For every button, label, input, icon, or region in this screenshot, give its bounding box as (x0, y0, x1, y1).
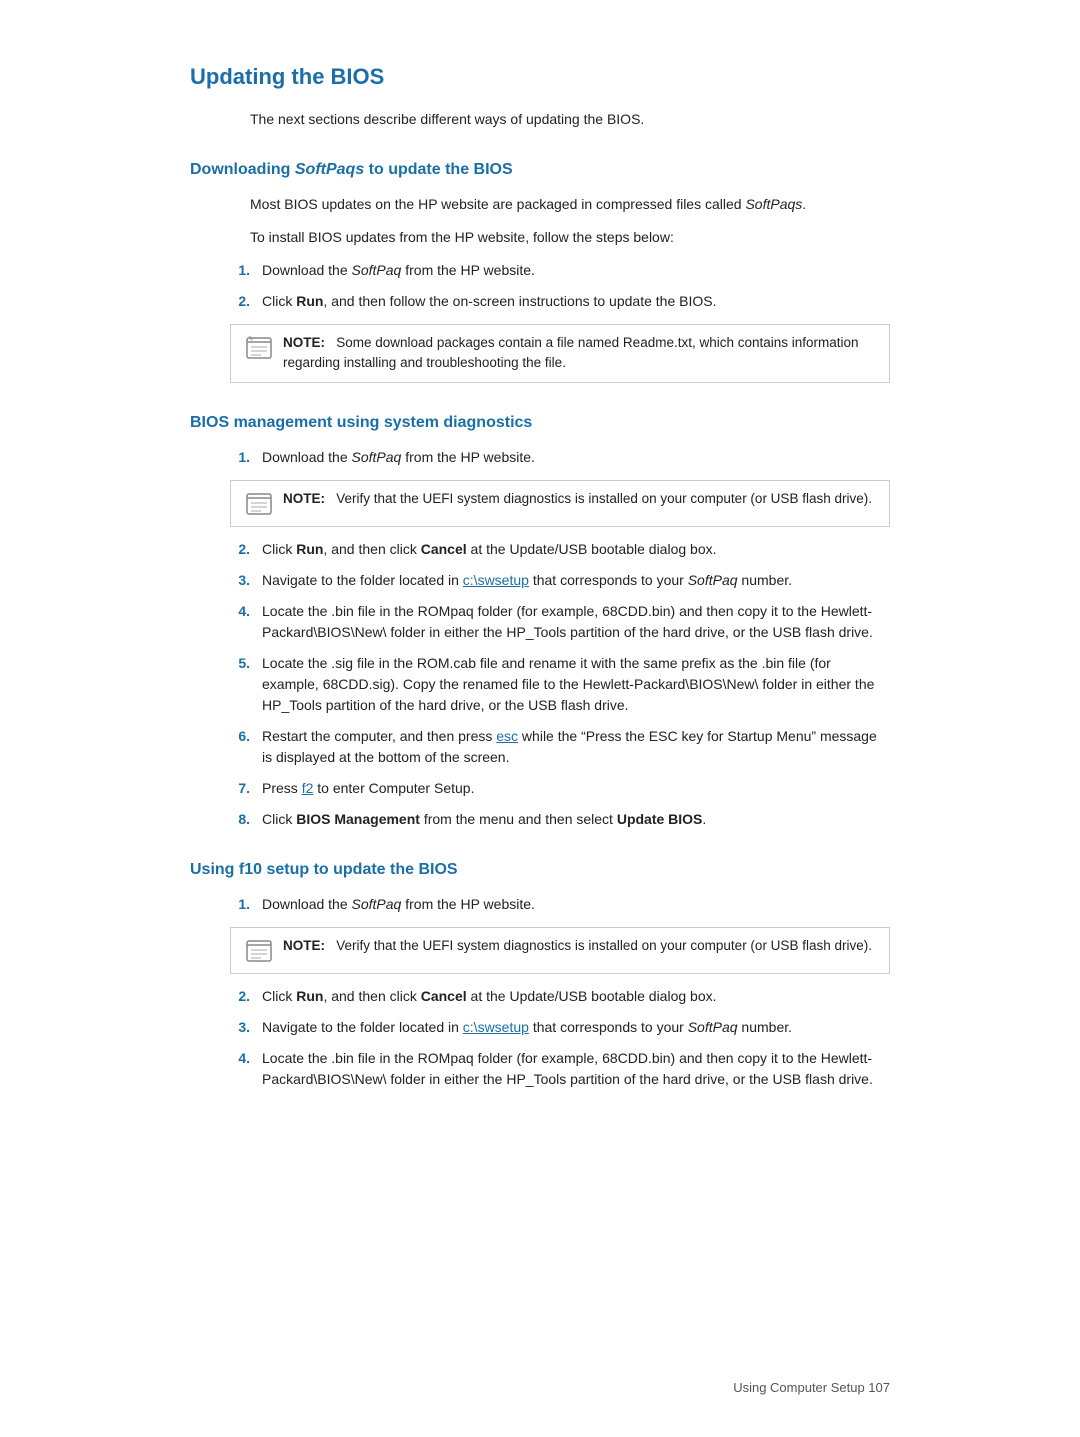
list-item: 4. Locate the .bin file in the ROMpaq fo… (230, 601, 890, 643)
step-text: Locate the .bin file in the ROMpaq folde… (262, 1048, 890, 1090)
list-item: 1. Download the SoftPaq from the HP webs… (230, 260, 890, 281)
page-title: Updating the BIOS (190, 60, 890, 93)
step-text: Click BIOS Management from the menu and … (262, 809, 706, 830)
step-number: 3. (230, 1017, 250, 1038)
section1-steps: 1. Download the SoftPaq from the HP webs… (230, 260, 890, 312)
step-number: 1. (230, 260, 250, 281)
step-number: 5. (230, 653, 250, 674)
list-item: 3. Navigate to the folder located in c:\… (230, 570, 890, 591)
note-content: NOTE: Verify that the UEFI system diagno… (283, 489, 872, 509)
list-item: 2. Click Run, and then click Cancel at t… (230, 986, 890, 1007)
f2-link[interactable]: f2 (302, 780, 314, 796)
list-item: 6. Restart the computer, and then press … (230, 726, 890, 768)
step-number: 4. (230, 1048, 250, 1069)
swsetup-link[interactable]: c:\swsetup (463, 572, 529, 588)
step-number: 2. (230, 539, 250, 560)
list-item: 3. Navigate to the folder located in c:\… (230, 1017, 890, 1038)
step-number: 4. (230, 601, 250, 622)
section2-steps-part1: 1. Download the SoftPaq from the HP webs… (230, 447, 890, 468)
page-footer: Using Computer Setup 107 (733, 1378, 890, 1398)
list-item: 2. Click Run, and then follow the on-scr… (230, 291, 890, 312)
list-item: 5. Locate the .sig file in the ROM.cab f… (230, 653, 890, 716)
step-text: Restart the computer, and then press esc… (262, 726, 890, 768)
section-bios-management-title: BIOS management using system diagnostics (190, 411, 890, 435)
section2-steps-part2: 2. Click Run, and then click Cancel at t… (230, 539, 890, 830)
step-number: 2. (230, 291, 250, 312)
step-text: Click Run, and then click Cancel at the … (262, 539, 717, 560)
intro-text: The next sections describe different way… (250, 109, 890, 130)
step-text: Download the SoftPaq from the HP website… (262, 447, 535, 468)
list-item: 4. Locate the .bin file in the ROMpaq fo… (230, 1048, 890, 1090)
step-number: 1. (230, 447, 250, 468)
note-label: NOTE: (283, 491, 325, 506)
svg-text:✎: ✎ (248, 335, 254, 343)
step-text: Locate the .sig file in the ROM.cab file… (262, 653, 890, 716)
step-number: 7. (230, 778, 250, 799)
section-f10-title: Using f10 setup to update the BIOS (190, 858, 890, 882)
section3-steps-part1: 1. Download the SoftPaq from the HP webs… (230, 894, 890, 915)
section1-para1: Most BIOS updates on the HP website are … (250, 194, 890, 215)
step-text: Navigate to the folder located in c:\sws… (262, 570, 792, 591)
note-icon (245, 490, 273, 518)
note-box-section3-step1: NOTE: Verify that the UEFI system diagno… (230, 927, 890, 974)
step-number: 3. (230, 570, 250, 591)
step-text: Click Run, and then follow the on-screen… (262, 291, 716, 312)
page-container: Updating the BIOS The next sections desc… (110, 0, 970, 1437)
list-item: 7. Press f2 to enter Computer Setup. (230, 778, 890, 799)
note-icon (245, 937, 273, 965)
swsetup-link2[interactable]: c:\swsetup (463, 1019, 529, 1035)
step-number: 8. (230, 809, 250, 830)
note-icon: ✎ (245, 334, 273, 362)
step-text: Click Run, and then click Cancel at the … (262, 986, 717, 1007)
step-number: 6. (230, 726, 250, 747)
list-item: 8. Click BIOS Management from the menu a… (230, 809, 890, 830)
list-item: 1. Download the SoftPaq from the HP webs… (230, 447, 890, 468)
section1-para2: To install BIOS updates from the HP webs… (250, 227, 890, 248)
note-content: NOTE: Some download packages contain a f… (283, 333, 875, 374)
section-downloading-title: Downloading SoftPaqs to update the BIOS (190, 158, 890, 182)
step-number: 2. (230, 986, 250, 1007)
list-item: 1. Download the SoftPaq from the HP webs… (230, 894, 890, 915)
step-text: Press f2 to enter Computer Setup. (262, 778, 474, 799)
note-box-section1: ✎ NOTE: Some download packages contain a… (230, 324, 890, 383)
step-text: Download the SoftPaq from the HP website… (262, 260, 535, 281)
step-text: Navigate to the folder located in c:\sws… (262, 1017, 792, 1038)
step-number: 1. (230, 894, 250, 915)
note-box-section2-step1: NOTE: Verify that the UEFI system diagno… (230, 480, 890, 527)
section3-steps-part2: 2. Click Run, and then click Cancel at t… (230, 986, 890, 1090)
step-text: Locate the .bin file in the ROMpaq folde… (262, 601, 890, 643)
note-label: NOTE: (283, 938, 325, 953)
step-text: Download the SoftPaq from the HP website… (262, 894, 535, 915)
list-item: 2. Click Run, and then click Cancel at t… (230, 539, 890, 560)
note-label: NOTE: (283, 335, 325, 350)
note-content: NOTE: Verify that the UEFI system diagno… (283, 936, 872, 956)
esc-link[interactable]: esc (496, 728, 518, 744)
